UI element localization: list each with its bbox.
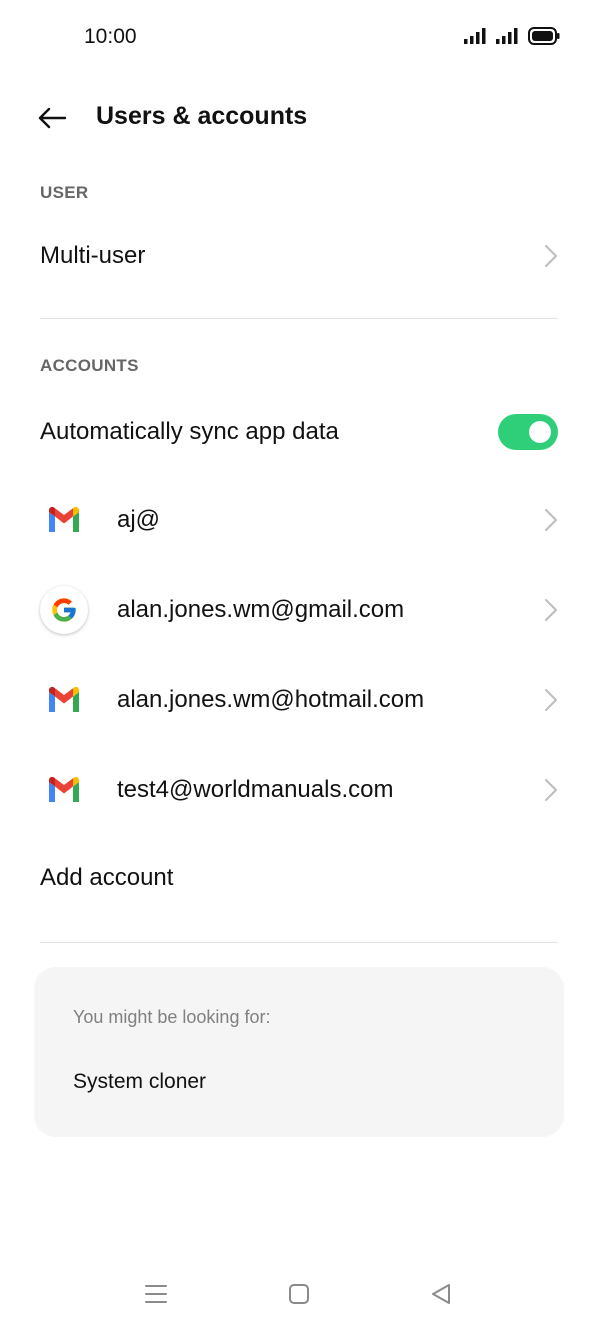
multi-user-label: Multi-user — [40, 242, 146, 269]
suggestion-system-cloner[interactable]: System cloner — [73, 1070, 206, 1094]
navigation-bar — [0, 1262, 598, 1322]
status-bar: 10:00 — [0, 0, 598, 76]
section-label-accounts: ACCOUNTS — [40, 356, 139, 375]
menu-nav-button[interactable] — [141, 1280, 171, 1308]
home-nav-button[interactable] — [284, 1280, 314, 1308]
toggle-knob — [529, 421, 551, 443]
menu-icon — [145, 1285, 167, 1303]
account-item-hotmail[interactable]: alan.jones.wm@hotmail.com — [0, 660, 598, 740]
divider — [40, 318, 558, 319]
chevron-right-icon — [545, 509, 557, 531]
suggestions-title: You might be looking for: — [73, 1007, 271, 1027]
auto-sync-item[interactable]: Automatically sync app data — [0, 392, 598, 472]
account-label: alan.jones.wm@gmail.com — [117, 596, 405, 623]
home-square-icon — [289, 1284, 309, 1304]
back-nav-button[interactable] — [426, 1280, 456, 1308]
account-label: aj@ — [117, 506, 161, 533]
gmail-icon — [40, 766, 88, 814]
add-account-label: Add account — [40, 864, 174, 891]
account-label: test4@worldmanuals.com — [117, 776, 394, 803]
account-label: alan.jones.wm@hotmail.com — [117, 686, 425, 713]
suggestions-card: You might be looking for: System cloner — [34, 967, 564, 1137]
status-icons — [464, 27, 560, 45]
back-triangle-icon — [432, 1284, 450, 1304]
chevron-right-icon — [545, 245, 557, 267]
multi-user-item[interactable]: Multi-user — [0, 216, 598, 296]
auto-sync-label: Automatically sync app data — [40, 418, 339, 445]
add-account-button[interactable]: Add account — [0, 838, 598, 918]
chevron-right-icon — [545, 689, 557, 711]
divider — [40, 942, 558, 943]
gmail-icon — [40, 676, 88, 724]
chevron-right-icon — [545, 599, 557, 621]
gmail-icon — [40, 496, 88, 544]
account-item-google[interactable]: alan.jones.wm@gmail.com — [0, 570, 598, 650]
signal-icon-2 — [496, 28, 518, 44]
account-item-worldmanuals[interactable]: test4@worldmanuals.com — [0, 750, 598, 830]
chevron-right-icon — [545, 779, 557, 801]
status-time: 10:00 — [84, 25, 137, 48]
back-button[interactable] — [28, 98, 76, 138]
auto-sync-toggle[interactable] — [498, 414, 558, 450]
signal-icon — [464, 28, 486, 44]
battery-icon — [528, 27, 560, 45]
section-label-user: USER — [40, 183, 89, 202]
page-title: Users & accounts — [96, 102, 308, 130]
account-item-aj[interactable]: aj@ — [0, 480, 598, 560]
back-arrow-icon — [38, 107, 67, 129]
google-icon — [40, 586, 88, 634]
app-header: Users & accounts — [0, 88, 598, 148]
